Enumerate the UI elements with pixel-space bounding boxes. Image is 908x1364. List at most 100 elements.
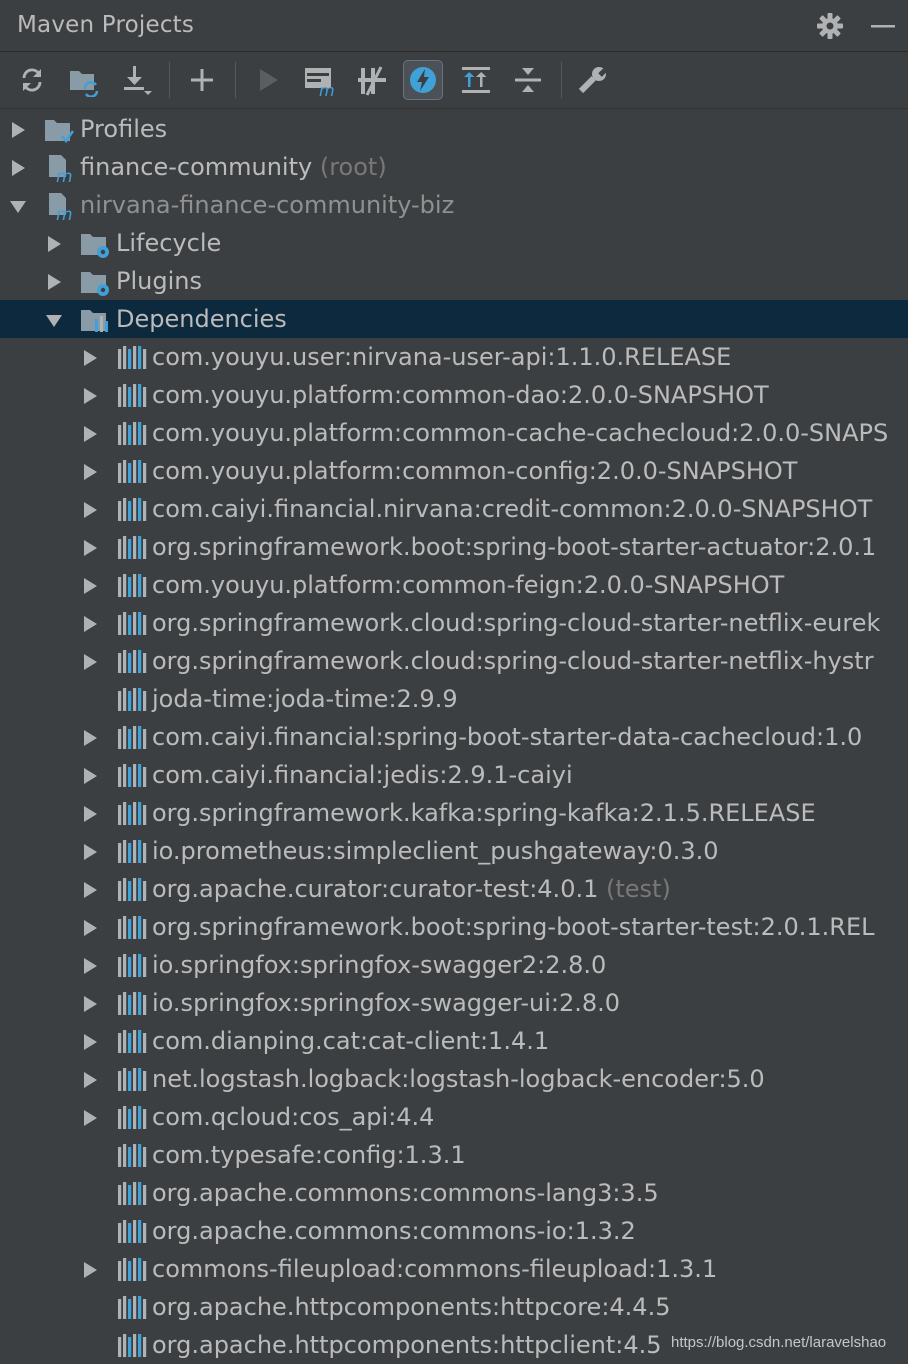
show-dependencies-icon[interactable]	[456, 60, 496, 100]
collapsed-arrow-icon[interactable]	[81, 1261, 99, 1279]
collapsed-arrow-icon[interactable]	[81, 501, 99, 519]
tree-item-scope: (test)	[598, 875, 671, 903]
collapsed-arrow-icon[interactable]	[9, 159, 27, 177]
dependency-item[interactable]: com.qcloud:cos_api:4.4	[0, 1098, 908, 1136]
collapsed-arrow-icon[interactable]	[81, 919, 99, 937]
collapsed-arrow-icon[interactable]	[81, 957, 99, 975]
download-sources-icon[interactable]	[116, 60, 156, 100]
tree-item-root[interactable]: Profiles	[0, 110, 908, 148]
toggle-offline-mode-icon[interactable]	[352, 60, 392, 100]
toolbar-separator	[169, 62, 170, 98]
tree-item-dependencies[interactable]: Dependencies	[0, 300, 908, 338]
reimport-all-icon[interactable]	[12, 60, 52, 100]
collapsed-arrow-icon[interactable]	[81, 425, 99, 443]
dependency-item[interactable]: commons-fileupload:commons-fileupload:1.…	[0, 1250, 908, 1288]
tree-item-text: com.caiyi.financial.nirvana:credit-commo…	[152, 495, 873, 523]
tree-item-text: io.springfox:springfox-swagger2:2.8.0	[152, 951, 607, 979]
toggle-skip-tests-icon[interactable]	[403, 60, 443, 100]
svg-text:m: m	[319, 81, 335, 98]
collapsed-arrow-icon[interactable]	[81, 615, 99, 633]
collapsed-arrow-icon[interactable]	[81, 463, 99, 481]
library-icon	[118, 536, 147, 559]
maven-project-tree[interactable]: Profiles m finance-community (root) m nirvan…	[0, 109, 908, 1364]
dependency-item[interactable]: org.springframework.cloud:spring-cloud-s…	[0, 642, 908, 680]
library-icon	[118, 992, 147, 1015]
dependency-item[interactable]: org.apache.curator:curator-test:4.0.1 (t…	[0, 870, 908, 908]
tree-item-label: org.apache.curator:curator-test:4.0.1 (t…	[152, 874, 671, 904]
run-maven-build-icon[interactable]	[248, 60, 288, 100]
tree-item-text: net.logstash.logback:logstash-logback-en…	[152, 1065, 765, 1093]
collapsed-arrow-icon[interactable]	[45, 235, 63, 253]
gear-icon[interactable]	[815, 11, 845, 41]
dependency-item[interactable]: com.caiyi.financial:jedis:2.9.1-caiyi	[0, 756, 908, 794]
tree-item-text: Dependencies	[116, 305, 287, 333]
collapsed-arrow-icon[interactable]	[81, 729, 99, 747]
tree-item-text: org.apache.httpcomponents:httpclient:4.5	[152, 1331, 662, 1359]
dependency-item[interactable]: com.dianping.cat:cat-client:1.4.1	[0, 1022, 908, 1060]
generate-sources-icon[interactable]	[64, 60, 104, 100]
tree-item-plugins[interactable]: Plugins	[0, 262, 908, 300]
collapsed-arrow-icon[interactable]	[45, 273, 63, 291]
dependency-item[interactable]: org.springframework.cloud:spring-cloud-s…	[0, 604, 908, 642]
dependency-item[interactable]: com.youyu.platform:common-feign:2.0.0-SN…	[0, 566, 908, 604]
library-icon	[118, 1296, 147, 1319]
collapsed-arrow-icon[interactable]	[81, 843, 99, 861]
tree-item-text: com.youyu.platform:common-cache-cacheclo…	[152, 419, 889, 447]
dependency-item[interactable]: org.apache.commons:commons-lang3:3.5	[0, 1174, 908, 1212]
collapsed-arrow-icon[interactable]	[81, 539, 99, 557]
dependency-item[interactable]: io.springfox:springfox-swagger2:2.8.0	[0, 946, 908, 984]
collapsed-arrow-icon[interactable]	[81, 767, 99, 785]
execute-maven-goal-icon[interactable]: m	[300, 60, 340, 100]
collapsed-arrow-icon[interactable]	[81, 1071, 99, 1089]
dependency-item[interactable]: com.youyu.platform:common-cache-cacheclo…	[0, 414, 908, 452]
tree-item-label: io.springfox:springfox-swagger-ui:2.8.0	[152, 988, 620, 1018]
dependency-item[interactable]: org.springframework.kafka:spring-kafka:2…	[0, 794, 908, 832]
collapsed-arrow-icon[interactable]	[81, 653, 99, 671]
tool-window-header: Maven Projects	[0, 0, 908, 52]
tree-item-label: Lifecycle	[116, 228, 221, 258]
collapsed-arrow-icon[interactable]	[81, 349, 99, 367]
tree-item-label: org.springframework.kafka:spring-kafka:2…	[152, 798, 816, 828]
tree-item-label: com.youyu.platform:common-cache-cacheclo…	[152, 418, 888, 448]
tree-item-root[interactable]: m nirvana-finance-community-biz	[0, 186, 908, 224]
dependency-item[interactable]: org.apache.httpcomponents:httpcore:4.4.5	[0, 1288, 908, 1326]
dependency-item[interactable]: com.caiyi.financial.nirvana:credit-commo…	[0, 490, 908, 528]
tree-item-root[interactable]: m finance-community (root)	[0, 148, 908, 186]
minimize-icon[interactable]	[868, 11, 898, 41]
dependency-item[interactable]: com.caiyi.financial:spring-boot-starter-…	[0, 718, 908, 756]
collapsed-arrow-icon[interactable]	[81, 1033, 99, 1051]
collapsed-arrow-icon[interactable]	[81, 881, 99, 899]
dependency-item[interactable]: org.apache.commons:commons-io:1.3.2	[0, 1212, 908, 1250]
dependency-item[interactable]: org.springframework.boot:spring-boot-sta…	[0, 908, 908, 946]
library-icon	[118, 1144, 147, 1167]
dependency-item[interactable]: io.prometheus:simpleclient_pushgateway:0…	[0, 832, 908, 870]
collapsed-arrow-icon[interactable]	[81, 387, 99, 405]
tree-item-text: nirvana-finance-community-biz	[80, 191, 455, 219]
maven-settings-icon[interactable]	[574, 60, 614, 100]
dependency-item[interactable]: net.logstash.logback:logstash-logback-en…	[0, 1060, 908, 1098]
maven-module-icon: m	[49, 155, 73, 183]
tree-item-text: org.springframework.kafka:spring-kafka:2…	[152, 799, 816, 827]
tree-item-label: org.springframework.boot:spring-boot-sta…	[152, 532, 876, 562]
dependency-item[interactable]: com.youyu.user:nirvana-user-api:1.1.0.RE…	[0, 338, 908, 376]
plugins-folder-icon	[81, 272, 109, 296]
dependency-item[interactable]: joda-time:joda-time:2.9.9	[0, 680, 908, 718]
collapsed-arrow-icon[interactable]	[81, 805, 99, 823]
dependency-item[interactable]: io.springfox:springfox-swagger-ui:2.8.0	[0, 984, 908, 1022]
collapsed-arrow-icon[interactable]	[81, 1109, 99, 1127]
collapsed-arrow-icon[interactable]	[81, 577, 99, 595]
tree-item-label: io.springfox:springfox-swagger2:2.8.0	[152, 950, 606, 980]
expanded-arrow-icon[interactable]	[9, 197, 27, 215]
collapse-all-icon[interactable]	[508, 60, 548, 100]
collapsed-arrow-icon[interactable]	[81, 995, 99, 1013]
library-icon	[118, 498, 147, 521]
expanded-arrow-icon[interactable]	[45, 311, 63, 329]
add-maven-project-icon[interactable]	[182, 60, 222, 100]
tree-item-lifecycle[interactable]: Lifecycle	[0, 224, 908, 262]
dependency-item[interactable]: com.youyu.platform:common-dao:2.0.0-SNAP…	[0, 376, 908, 414]
dependency-item[interactable]: com.typesafe:config:1.3.1	[0, 1136, 908, 1174]
library-icon	[118, 422, 147, 445]
dependency-item[interactable]: org.springframework.boot:spring-boot-sta…	[0, 528, 908, 566]
dependency-item[interactable]: com.youyu.platform:common-config:2.0.0-S…	[0, 452, 908, 490]
collapsed-arrow-icon[interactable]	[9, 121, 27, 139]
